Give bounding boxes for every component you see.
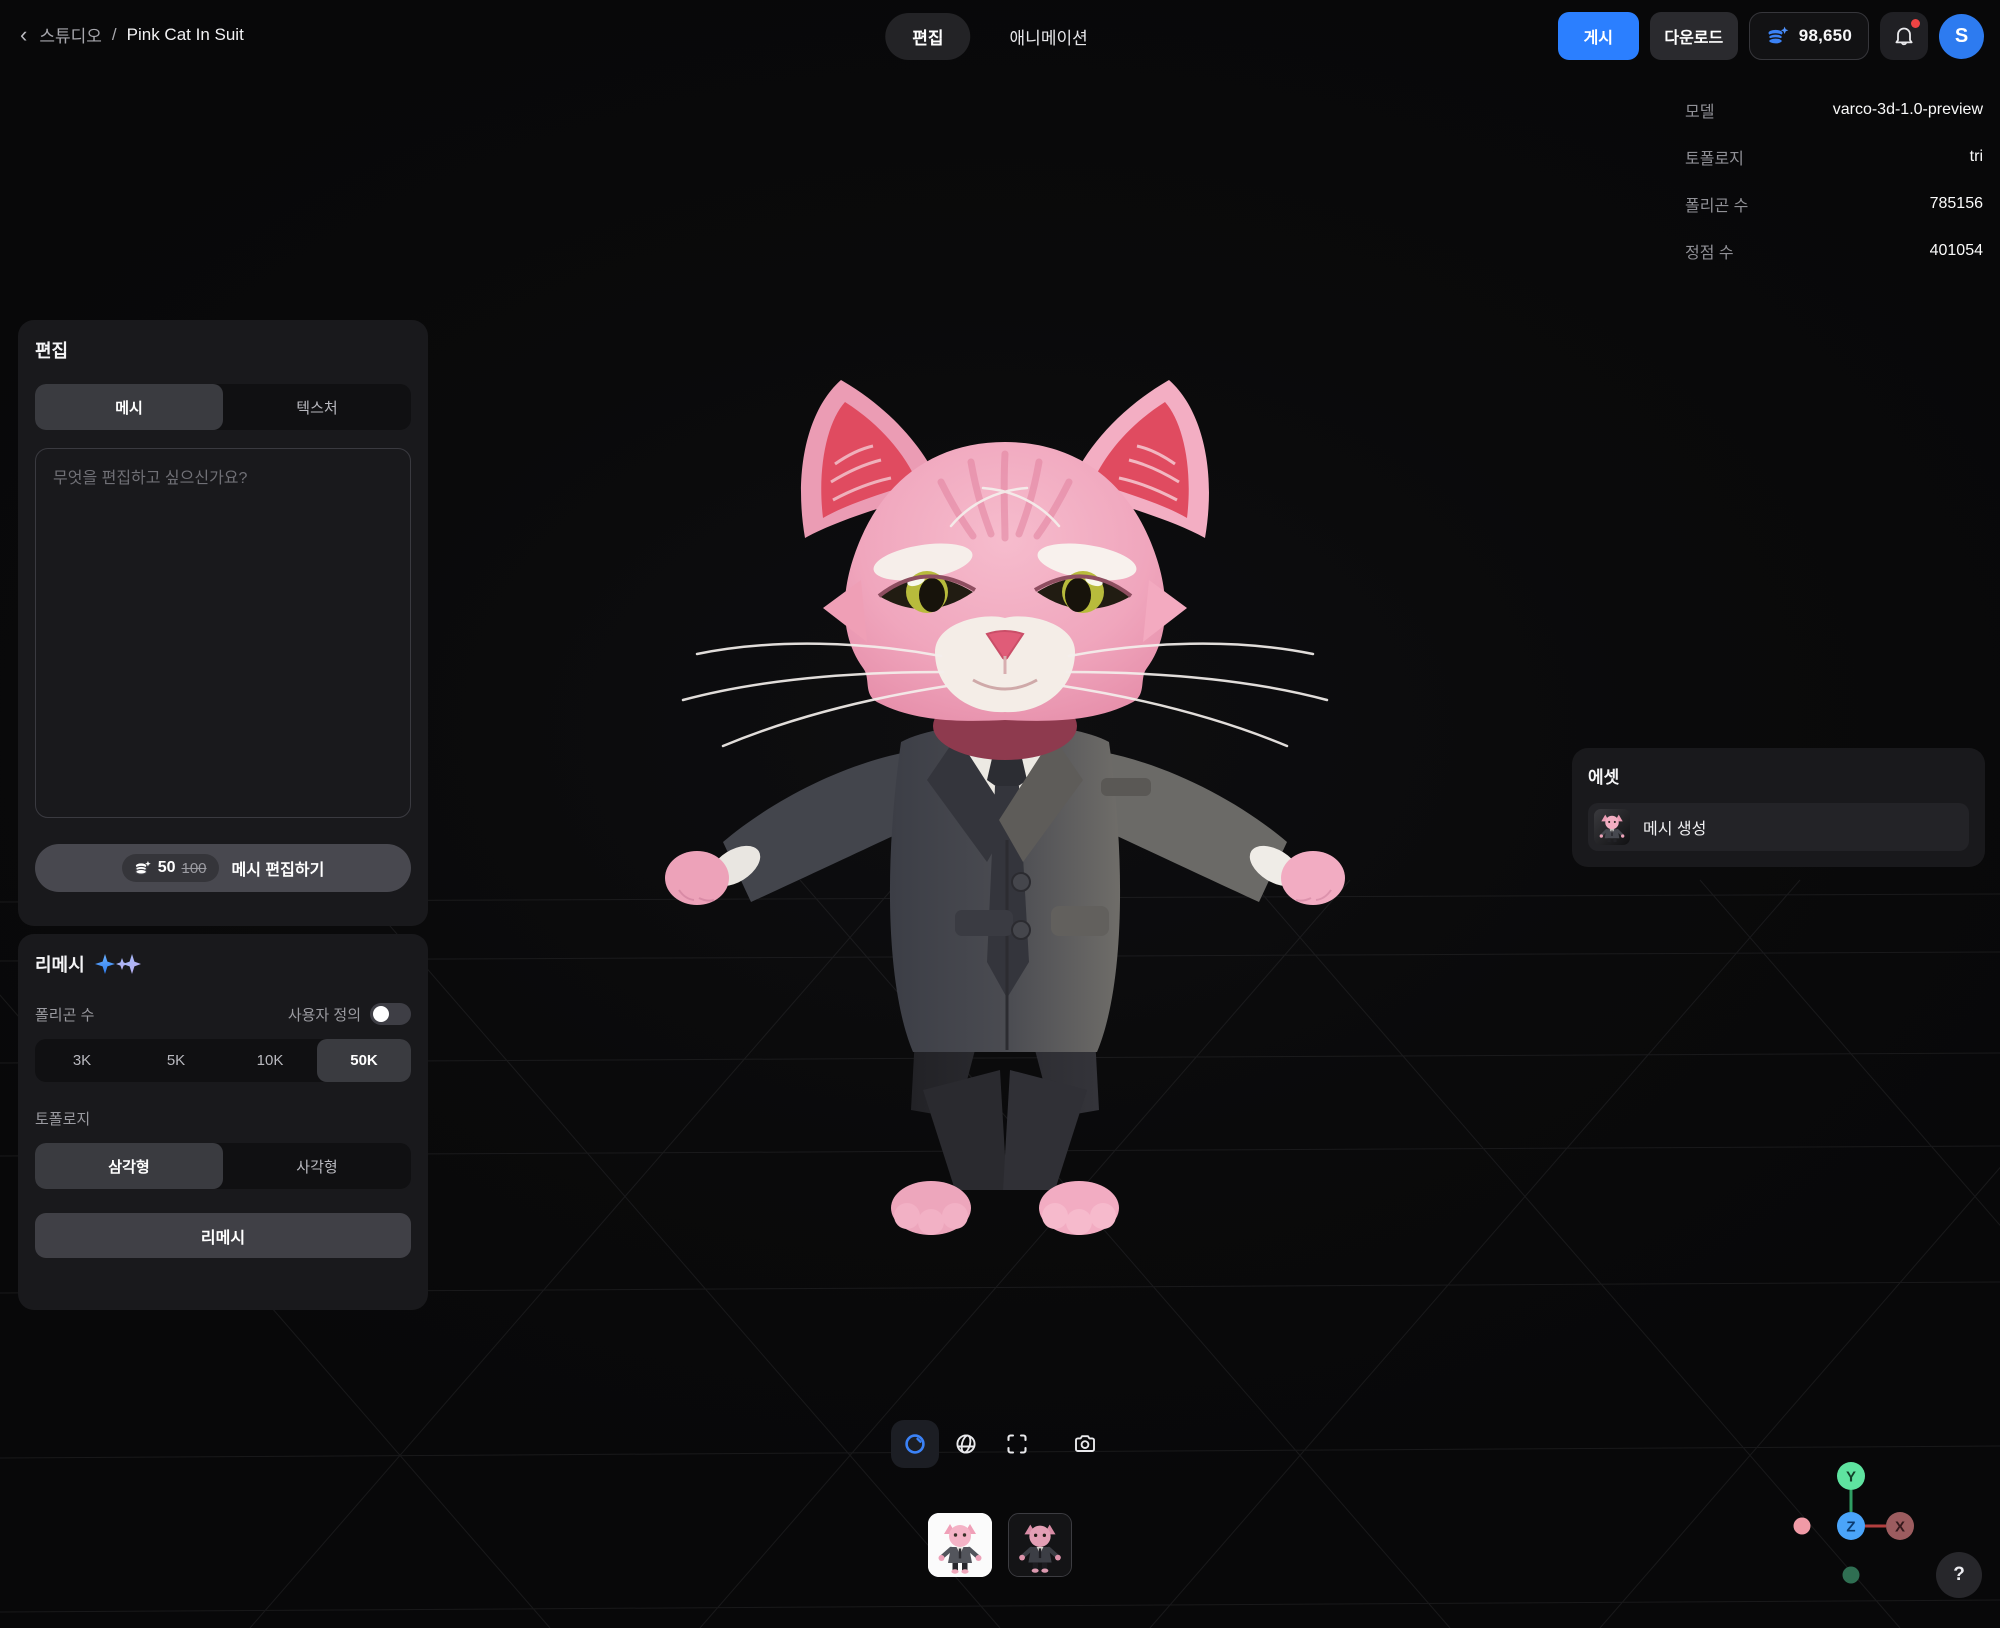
info-value: 785156 xyxy=(1930,195,1983,213)
bell-icon xyxy=(1892,24,1916,48)
edit-prompt-input[interactable] xyxy=(35,448,411,818)
coin-stack-icon xyxy=(1766,24,1790,48)
svg-text:X: X xyxy=(1895,1519,1905,1536)
ai-sparkles-icon xyxy=(95,952,141,976)
model-pink-cat-in-suit[interactable] xyxy=(655,350,1355,1250)
toggle-knob xyxy=(373,1006,389,1022)
option-triangle[interactable]: 삼각형 xyxy=(35,1143,223,1189)
topology-options: 삼각형 사각형 xyxy=(35,1143,411,1189)
info-label: 정점 수 xyxy=(1685,239,1734,263)
fullscreen-icon xyxy=(1004,1431,1030,1457)
avatar[interactable]: S xyxy=(1939,14,1984,59)
custom-toggle[interactable] xyxy=(370,1003,411,1025)
price-badge: 50 100 xyxy=(122,854,219,882)
model-info-row: 정점 수 401054 xyxy=(1685,227,1983,274)
shaded-view-button[interactable] xyxy=(891,1420,939,1468)
remesh-panel: 리메시 폴리곤 수 사용자 정의 3K xyxy=(18,934,428,1310)
credits-pill[interactable]: 98,650 xyxy=(1749,12,1869,60)
edit-panel-title: 편집 xyxy=(35,337,411,363)
camera-icon xyxy=(1072,1431,1098,1457)
price-original: 100 xyxy=(182,860,207,877)
screenshot-button[interactable] xyxy=(1061,1420,1109,1468)
wireframe-view-button[interactable] xyxy=(942,1420,990,1468)
axis-negative-x[interactable] xyxy=(1794,1518,1811,1535)
axis-z[interactable]: Z xyxy=(1837,1512,1865,1540)
axis-x[interactable]: X xyxy=(1886,1512,1914,1540)
option-3k[interactable]: 3K xyxy=(35,1039,129,1082)
svg-text:Z: Z xyxy=(1846,1519,1855,1536)
polygon-count-options: 3K 5K 10K 50K xyxy=(35,1039,411,1082)
viewport-toolbar xyxy=(891,1420,1109,1468)
tab-mesh[interactable]: 메시 xyxy=(35,384,223,430)
polygon-count-label: 폴리곤 수 xyxy=(35,1004,94,1025)
remesh-panel-title: 리메시 xyxy=(35,951,85,977)
mesh-edit-button[interactable]: 50 100 메시 편집하기 xyxy=(35,844,411,892)
model-info-row: 폴리곤 수 785156 xyxy=(1685,180,1983,227)
shaded-sphere-icon xyxy=(902,1431,928,1457)
info-value: varco-3d-1.0-preview xyxy=(1833,101,1983,119)
notifications-button[interactable] xyxy=(1880,12,1928,60)
axis-negative-y[interactable] xyxy=(1843,1567,1860,1584)
info-label: 폴리곤 수 xyxy=(1685,192,1748,216)
wireframe-globe-icon xyxy=(953,1431,979,1457)
remesh-button[interactable]: 리메시 xyxy=(35,1213,411,1258)
info-label: 토폴로지 xyxy=(1685,145,1744,169)
notification-dot xyxy=(1911,19,1920,28)
tab-texture[interactable]: 텍스처 xyxy=(223,384,411,430)
header-actions: 게시 다운로드 98,650 S xyxy=(1558,12,1984,60)
asset-panel-title: 에셋 xyxy=(1588,763,1969,788)
download-button[interactable]: 다운로드 xyxy=(1650,12,1738,60)
model-info-row: 토폴로지 tri xyxy=(1685,133,1983,180)
breadcrumb: ‹ 스튜디오 / Pink Cat In Suit xyxy=(18,22,244,47)
mesh-edit-label: 메시 편집하기 xyxy=(232,856,325,880)
option-5k[interactable]: 5K xyxy=(129,1039,223,1082)
tab-animation[interactable]: 애니메이션 xyxy=(983,13,1115,60)
option-quad[interactable]: 사각형 xyxy=(223,1143,411,1189)
asset-item-mesh-generation[interactable]: 메시 생성 xyxy=(1588,803,1969,851)
edit-tab-group: 메시 텍스처 xyxy=(35,384,411,430)
axis-y[interactable]: Y xyxy=(1837,1462,1865,1490)
custom-label: 사용자 정의 xyxy=(288,1004,361,1025)
page-title: Pink Cat In Suit xyxy=(127,25,244,45)
model-info-panel: 모델 varco-3d-1.0-preview 토폴로지 tri 폴리곤 수 7… xyxy=(1685,86,1983,274)
asset-item-label: 메시 생성 xyxy=(1643,815,1706,839)
version-thumbnails xyxy=(928,1513,1072,1577)
svg-text:Y: Y xyxy=(1846,1469,1856,1486)
topology-label: 토폴로지 xyxy=(35,1108,411,1129)
info-value: tri xyxy=(1970,148,1983,166)
info-value: 401054 xyxy=(1930,242,1983,260)
orientation-gizmo[interactable]: Y Z X xyxy=(1778,1448,1928,1598)
asset-thumbnail xyxy=(1594,809,1630,845)
price-current: 50 xyxy=(158,859,176,877)
app-root: ‹ 스튜디오 / Pink Cat In Suit 편집 애니메이션 게시 다운… xyxy=(0,0,2000,1628)
info-label: 모델 xyxy=(1685,98,1714,122)
option-50k[interactable]: 50K xyxy=(317,1039,411,1082)
coin-stack-icon xyxy=(134,859,152,877)
publish-button[interactable]: 게시 xyxy=(1558,12,1639,60)
back-chevron-icon[interactable]: ‹ xyxy=(18,24,29,46)
breadcrumb-studio-link[interactable]: 스튜디오 xyxy=(39,22,102,47)
help-button[interactable]: ? xyxy=(1936,1552,1982,1598)
credit-balance: 98,650 xyxy=(1799,26,1852,46)
fullscreen-button[interactable] xyxy=(993,1420,1041,1468)
asset-panel: 에셋 메시 생성 xyxy=(1572,748,1985,867)
breadcrumb-separator: / xyxy=(112,25,117,45)
model-info-row: 모델 varco-3d-1.0-preview xyxy=(1685,86,1983,133)
tab-edit[interactable]: 편집 xyxy=(885,13,970,60)
edit-panel: 편집 메시 텍스처 50 100 메시 편집하기 xyxy=(18,320,428,926)
version-thumbnail-current[interactable] xyxy=(928,1513,992,1577)
mode-tabs: 편집 애니메이션 xyxy=(885,13,1114,60)
option-10k[interactable]: 10K xyxy=(223,1039,317,1082)
version-thumbnail-previous[interactable] xyxy=(1008,1513,1072,1577)
